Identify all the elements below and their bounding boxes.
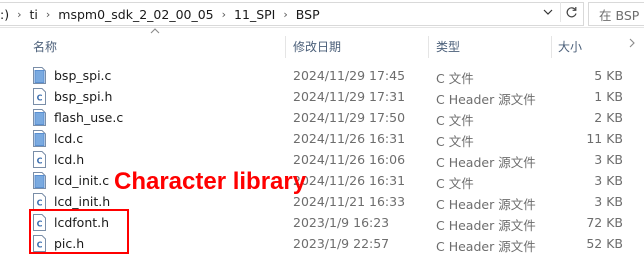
file-name[interactable]: lcd.c [54, 131, 83, 146]
column-divider[interactable] [428, 36, 429, 58]
column-header-size[interactable]: 大小 [558, 38, 582, 54]
file-date: 2024/11/29 17:31 [293, 89, 406, 104]
file-name[interactable]: lcd_init.c [54, 173, 109, 188]
breadcrumb-bsp[interactable]: BSP [296, 7, 320, 22]
file-size: 52 KB [586, 236, 623, 251]
c-header-file-icon: C [32, 151, 47, 168]
file-date: 2024/11/26 16:31 [293, 131, 406, 146]
file-type: C 文件 [436, 113, 474, 128]
column-divider[interactable] [285, 36, 286, 58]
breadcrumb-chevron-icon[interactable]: › [214, 8, 234, 21]
file-date: 2024/11/26 16:31 [293, 173, 406, 188]
file-size: 2 KB [594, 110, 623, 125]
file-name[interactable]: flash_use.c [54, 110, 123, 125]
annotation-highlight-box [29, 209, 129, 254]
breadcrumb-ti[interactable]: ti [30, 7, 38, 22]
svg-text:C: C [37, 157, 43, 166]
c-source-file-icon [32, 130, 47, 147]
file-row[interactable]: flash_use.c 2024/11/29 17:50 C 文件 2 KB [28, 107, 636, 128]
address-bar-row: :) › ti › mspm0_sdk_2_02_00_05 › 11_SPI … [0, 0, 644, 28]
file-date: 2023/1/9 16:23 [293, 215, 390, 230]
svg-text:C: C [37, 94, 43, 103]
file-type: C 文件 [436, 71, 474, 86]
file-date: 2024/11/29 17:45 [293, 68, 406, 83]
file-type: C Header 源文件 [436, 239, 536, 254]
annotation-label: Character library [114, 168, 307, 195]
file-size: 3 KB [594, 173, 623, 188]
file-row[interactable]: C bsp_spi.h 2024/11/29 17:31 C Header 源文… [28, 86, 636, 107]
column-divider[interactable] [551, 36, 552, 58]
breadcrumb-chevron-icon[interactable]: › [38, 8, 58, 21]
file-name[interactable]: bsp_spi.h [54, 89, 112, 104]
file-type: C Header 源文件 [436, 197, 536, 212]
file-type: C Header 源文件 [436, 92, 536, 107]
c-source-file-icon [32, 172, 47, 189]
svg-text:C: C [37, 199, 43, 208]
file-date: 2024/11/21 16:33 [293, 194, 406, 209]
file-size: 11 KB [586, 131, 623, 146]
c-source-file-icon [32, 67, 47, 84]
file-date: 2024/11/29 17:50 [293, 110, 406, 125]
file-size: 5 KB [594, 68, 623, 83]
breadcrumb-chevron-icon[interactable]: › [275, 8, 295, 21]
breadcrumb-root[interactable]: :) [0, 7, 9, 22]
column-header-name[interactable]: 名称 [33, 38, 57, 54]
search-input[interactable]: 在 BSP 中 [588, 2, 644, 26]
column-header-type[interactable]: 类型 [436, 38, 460, 54]
file-date: 2024/11/26 16:06 [293, 152, 406, 167]
breadcrumb-spi[interactable]: 11_SPI [234, 7, 275, 22]
c-header-file-icon: C [32, 193, 47, 210]
file-type: C Header 源文件 [436, 155, 536, 170]
breadcrumb-chevron-icon[interactable]: › [9, 8, 29, 21]
file-type: C Header 源文件 [436, 218, 536, 233]
refresh-icon[interactable] [560, 2, 582, 22]
file-size: 3 KB [594, 152, 623, 167]
file-type: C 文件 [436, 134, 474, 149]
file-name[interactable]: lcd_init.h [54, 194, 110, 209]
column-header-date[interactable]: 修改日期 [293, 38, 341, 54]
file-date: 2023/1/9 22:57 [293, 236, 390, 251]
file-size: 1 KB [594, 89, 623, 104]
column-overflow-chevron-icon[interactable] [626, 36, 638, 50]
address-dropdown-icon[interactable] [538, 2, 558, 22]
c-source-file-icon [32, 109, 47, 126]
file-row[interactable]: C lcd.h 2024/11/26 16:06 C Header 源文件 3 … [28, 149, 636, 170]
file-size: 72 KB [586, 215, 623, 230]
file-row[interactable]: bsp_spi.c 2024/11/29 17:45 C 文件 5 KB [28, 65, 636, 86]
file-name[interactable]: bsp_spi.c [54, 68, 111, 83]
file-type: C 文件 [436, 176, 474, 191]
sort-ascending-icon [149, 28, 161, 38]
breadcrumb-sdk[interactable]: mspm0_sdk_2_02_00_05 [58, 7, 213, 22]
c-header-file-icon: C [32, 88, 47, 105]
file-size: 3 KB [594, 194, 623, 209]
file-name[interactable]: lcd.h [54, 152, 84, 167]
file-row[interactable]: lcd.c 2024/11/26 16:31 C 文件 11 KB [28, 128, 636, 149]
address-bar[interactable]: :) › ti › mspm0_sdk_2_02_00_05 › 11_SPI … [0, 2, 584, 26]
